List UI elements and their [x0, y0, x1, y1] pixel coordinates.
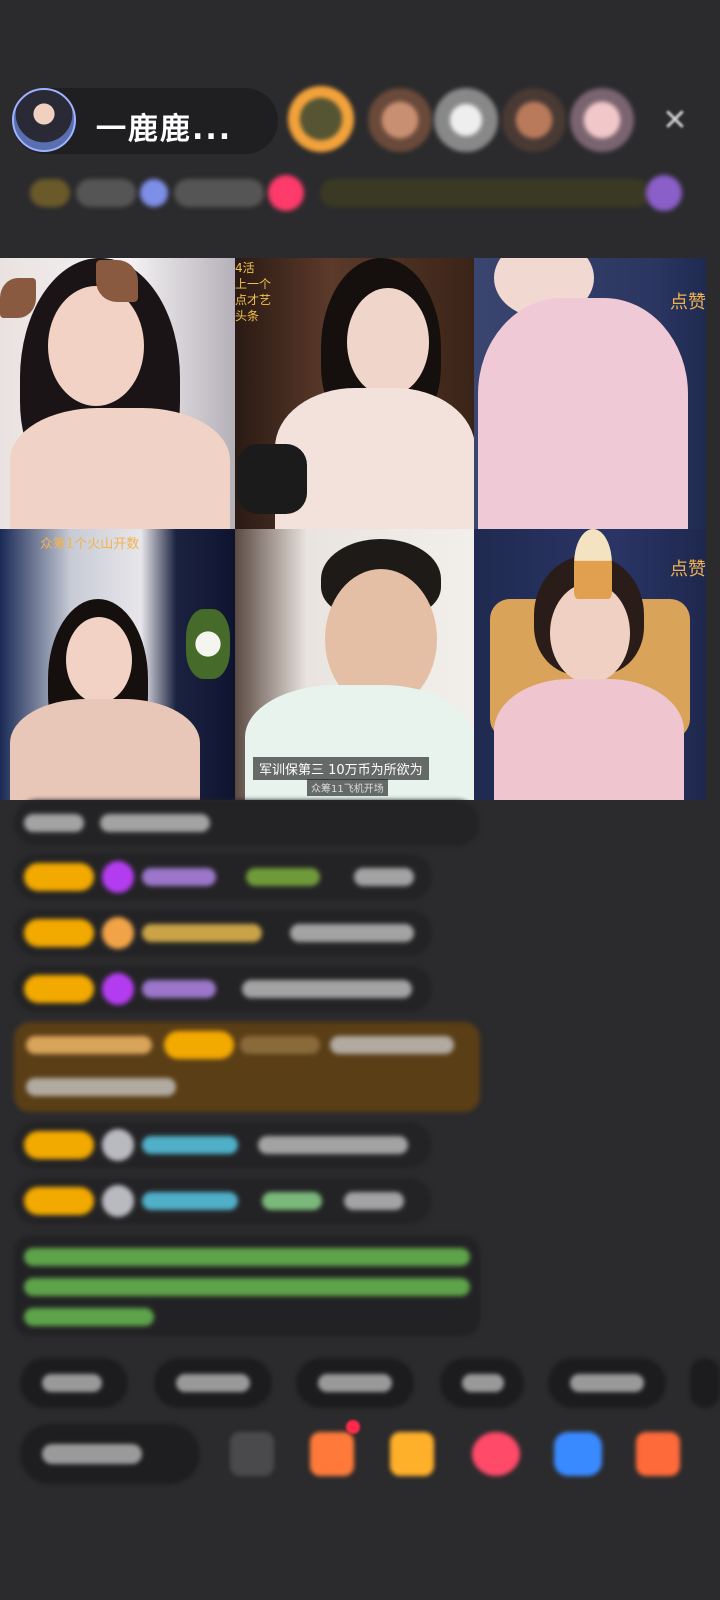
guest-body: [10, 408, 230, 529]
guest-body: [478, 298, 688, 529]
top-viewer-avatar-1[interactable]: [288, 86, 354, 152]
tile-label: 点赞: [670, 559, 706, 580]
chat-message: [14, 1122, 432, 1168]
tile-side-text: 4活 上一个 点才艺 头条: [235, 261, 272, 323]
chat-message: [14, 854, 432, 900]
gift-icon[interactable]: [310, 1432, 354, 1476]
tag-chip-6[interactable]: [320, 179, 650, 207]
heart-gem-icon: [102, 917, 134, 949]
quick-reply-chip-3[interactable]: [296, 1358, 414, 1408]
tag-chip-1[interactable]: [30, 179, 70, 207]
chat-input[interactable]: [20, 1424, 200, 1484]
quick-reply-chip-5[interactable]: [548, 1358, 666, 1408]
multi-guest-video-grid: 4活 上一个 点才艺 头条 点赞 众筹1个火山开数 军训保第三 10万币为所欲为 众筹…: [0, 258, 706, 800]
room-tag-bar[interactable]: [16, 170, 696, 216]
guest-face: [347, 288, 429, 396]
cat-ear-right: [96, 260, 138, 302]
video-tile-5[interactable]: 军训保第三 10万币为所欲为 众筹11飞机开场: [235, 529, 474, 800]
chat-message: [14, 966, 432, 1012]
video-tile-2[interactable]: 4活 上一个 点才艺 头条: [235, 258, 474, 529]
chat-message: [14, 800, 480, 846]
guest-face: [48, 286, 144, 406]
avatar: [102, 1129, 134, 1161]
ice-cream-prop: [574, 529, 612, 599]
quick-reply-chip-2[interactable]: [154, 1358, 272, 1408]
video-tile-3[interactable]: 点赞: [474, 258, 706, 529]
diamond-icon: [102, 861, 134, 893]
top-viewer-avatar-3[interactable]: [434, 88, 498, 152]
video-caption: 军训保第三 10万币为所欲为: [253, 757, 429, 780]
tag-chip-5[interactable]: [268, 175, 304, 211]
host-name[interactable]: 一鹿鹿...: [96, 104, 232, 148]
cat-ear-left: [0, 278, 36, 318]
chat-message-highlight: [14, 1022, 480, 1112]
top-viewer-avatar-5[interactable]: [570, 88, 634, 152]
glove-prop: [237, 444, 307, 514]
chat-message: [14, 910, 432, 956]
avatar: [102, 1185, 134, 1217]
tag-chip-3[interactable]: [140, 179, 168, 207]
notification-dot: [346, 1420, 360, 1434]
chat-message: [14, 1178, 432, 1224]
close-icon[interactable]: ✕: [658, 104, 692, 138]
diamond-icon: [102, 973, 134, 1005]
game-icon[interactable]: [230, 1432, 274, 1476]
tag-chip-7[interactable]: [646, 175, 682, 211]
shop-icon[interactable]: [390, 1432, 434, 1476]
tag-chip-2[interactable]: [76, 179, 136, 207]
flower-vase: [186, 609, 230, 679]
chat-icon[interactable]: [554, 1432, 602, 1476]
guest-face: [66, 617, 132, 703]
quick-reply-chip-1[interactable]: [20, 1358, 128, 1408]
top-viewer-avatar-4[interactable]: [502, 88, 566, 152]
guest-body: [10, 699, 200, 800]
quick-reply-chip-4[interactable]: [440, 1358, 524, 1408]
video-tile-4[interactable]: 众筹1个火山开数: [0, 529, 235, 800]
video-tile-6[interactable]: 点赞: [474, 529, 706, 800]
host-avatar[interactable]: [12, 88, 76, 152]
tag-chip-4[interactable]: [174, 179, 264, 207]
video-tile-1[interactable]: [0, 258, 235, 529]
tile-label: 点赞: [670, 292, 706, 313]
tile-label: 众筹1个火山开数: [40, 537, 140, 552]
video-subcaption: 众筹11飞机开场: [307, 779, 388, 796]
guest-body: [494, 679, 684, 800]
heart-icon[interactable]: [472, 1432, 520, 1476]
system-notice: [14, 1236, 480, 1336]
more-icon[interactable]: [636, 1432, 680, 1476]
top-viewer-avatar-2[interactable]: [368, 88, 432, 152]
quick-reply-chip-6[interactable]: [690, 1358, 720, 1408]
